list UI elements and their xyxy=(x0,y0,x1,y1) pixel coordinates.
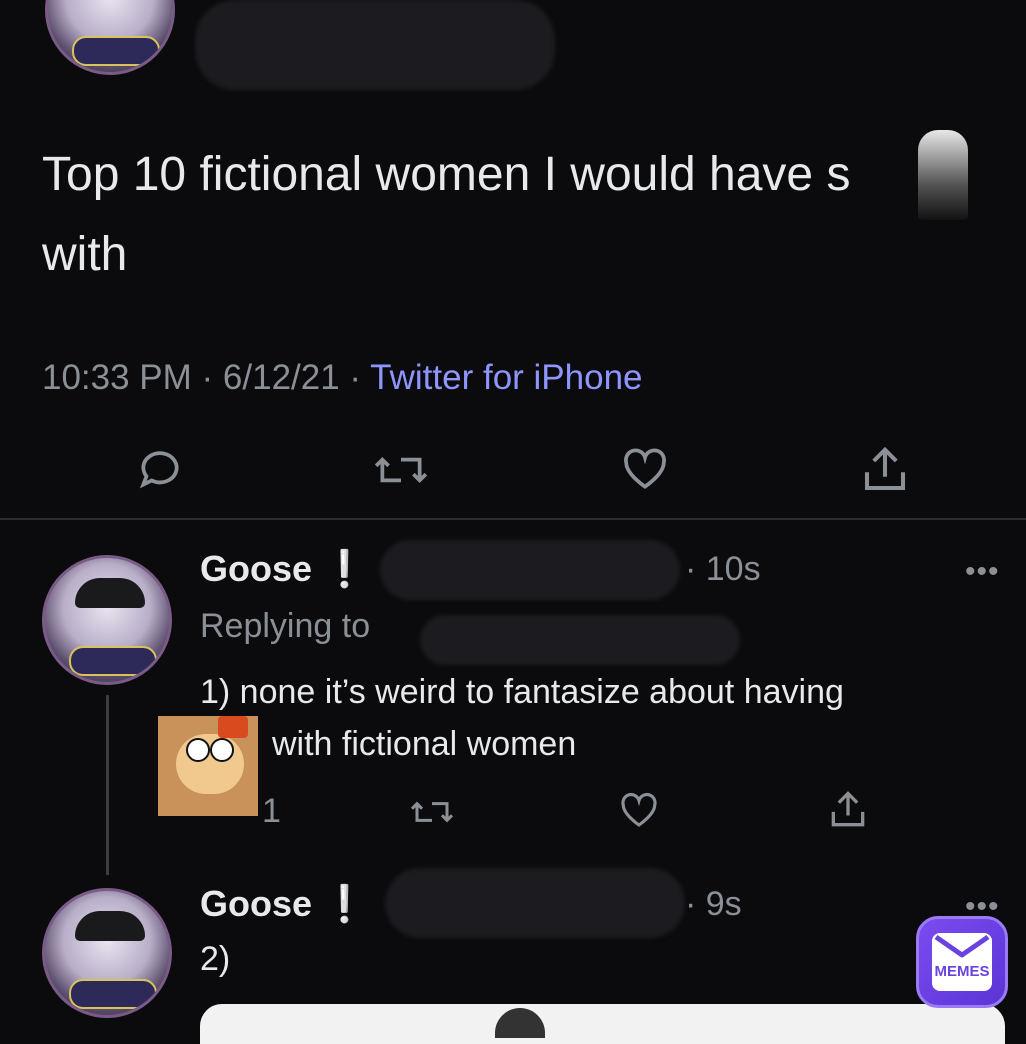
reply-avatar[interactable] xyxy=(42,555,172,685)
avatar-hat xyxy=(75,911,145,941)
avatar-hat xyxy=(75,578,145,608)
memes-label: MEMES xyxy=(934,963,990,980)
tweet-text-content: Top 10 fictional women I would have s wi… xyxy=(42,148,851,281)
reply-avatar[interactable] xyxy=(42,888,172,1018)
retweet-icon[interactable] xyxy=(408,792,456,832)
image-subject xyxy=(495,1008,545,1038)
sticker-eye-right xyxy=(210,738,234,762)
author-avatar[interactable] xyxy=(45,0,175,75)
sticker-eye-left xyxy=(186,738,210,762)
share-icon[interactable] xyxy=(826,788,870,832)
attached-image[interactable] xyxy=(200,1004,1005,1044)
sticker-image xyxy=(918,130,968,220)
like-icon[interactable] xyxy=(618,790,660,832)
divider xyxy=(0,518,1026,520)
like-icon[interactable] xyxy=(620,445,670,495)
redacted-handle xyxy=(385,868,685,938)
reply-author-name[interactable]: Goose ❕ xyxy=(200,548,367,590)
reply-text-line-1: 1) none it’s weird to fantasize about ha… xyxy=(200,673,844,711)
reply-icon[interactable] xyxy=(135,445,185,495)
avatar-badge xyxy=(72,36,160,66)
thread-line xyxy=(106,695,109,875)
replying-to-label: Replying to xyxy=(200,607,371,645)
avatar-badge xyxy=(69,979,157,1009)
envelope-icon xyxy=(932,933,992,991)
reply-text-line-2: with fictional women xyxy=(272,725,577,763)
redacted-handle xyxy=(380,540,680,600)
more-options-icon[interactable]: ••• xyxy=(965,555,1000,589)
tweet-timestamp: 10:33 PM · 6/12/21 · xyxy=(42,358,371,397)
memes-watermark-logo: MEMES xyxy=(916,916,1008,1008)
reply-count: 1 xyxy=(262,792,281,830)
redacted-replying-handle xyxy=(420,615,740,665)
redacted-username xyxy=(195,0,555,90)
sticker-face xyxy=(176,734,244,794)
reply-time: · 9s xyxy=(685,885,742,923)
tweet-meta: 10:33 PM · 6/12/21 · Twitter for iPhone xyxy=(42,358,643,398)
reply-author-name[interactable]: Goose ❕ xyxy=(200,883,367,925)
sticker-hair xyxy=(218,716,248,738)
retweet-icon[interactable] xyxy=(372,445,430,495)
tweet-source-link[interactable]: Twitter for iPhone xyxy=(370,358,642,397)
avatar-badge xyxy=(69,646,157,676)
cartoon-sticker xyxy=(158,716,258,816)
tweet-text: Top 10 fictional women I would have s wi… xyxy=(42,135,922,295)
reply-text: 2) xyxy=(200,940,231,978)
reply-time: · 10s xyxy=(685,550,761,588)
share-icon[interactable] xyxy=(858,443,912,497)
